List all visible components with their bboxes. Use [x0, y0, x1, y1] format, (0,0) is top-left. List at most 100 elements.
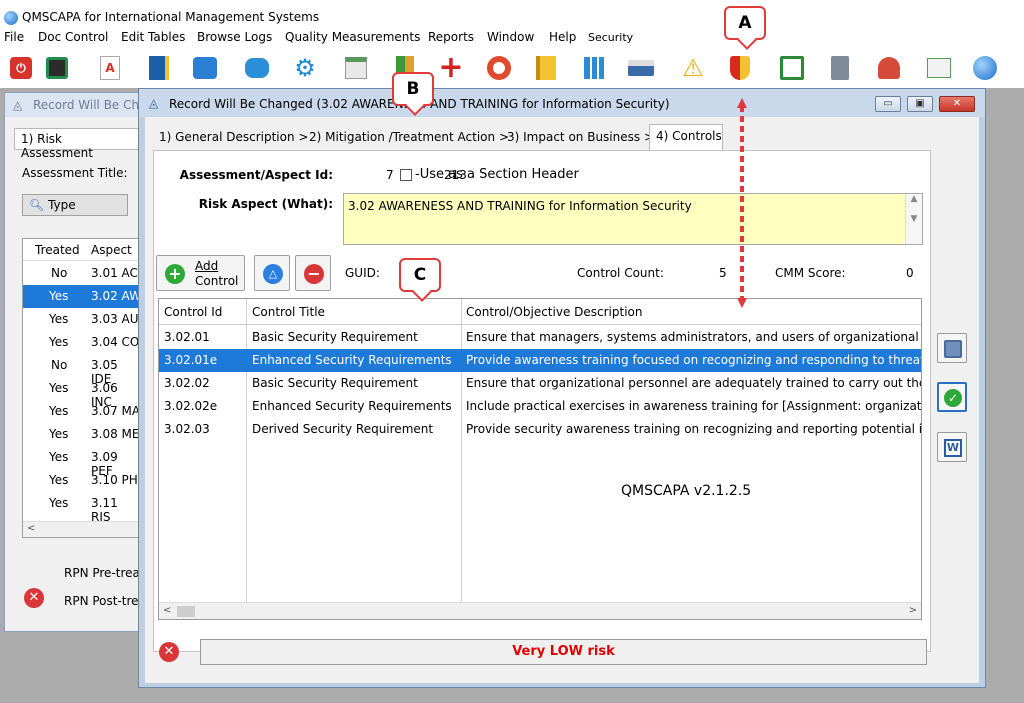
menu-edit-tables[interactable]: Edit Tables: [121, 30, 185, 44]
word-export-button[interactable]: W: [937, 432, 967, 462]
control-id-cell: 3.02.02e: [164, 399, 218, 413]
notepad-icon[interactable]: [533, 54, 559, 82]
notebook-icon[interactable]: [146, 54, 172, 82]
menu-help[interactable]: Help: [549, 30, 576, 44]
control-desc-cell: Provide security awareness training on r…: [466, 422, 922, 436]
shield-icon[interactable]: [727, 54, 753, 82]
assessment-id-value: 7: [386, 168, 394, 182]
menu-reports[interactable]: Reports: [428, 30, 474, 44]
checklist-icon[interactable]: [779, 54, 805, 82]
callout-b: B: [392, 72, 434, 106]
table-row[interactable]: 3.02.01 Basic Security Requirement Ensur…: [159, 326, 921, 349]
globe-icon[interactable]: [972, 54, 998, 82]
window-logo-icon: ◬: [149, 96, 159, 110]
table-row[interactable]: 3.02.03 Derived Security Requirement Pro…: [159, 418, 921, 441]
treated-value: No: [51, 266, 68, 280]
org-chart-icon[interactable]: [192, 54, 218, 82]
vertical-scrollbar[interactable]: ▲ ▼: [905, 194, 922, 244]
menu-browse-logs[interactable]: Browse Logs: [197, 30, 272, 44]
controls-grid[interactable]: Control Id Control Title Control/Objecti…: [158, 298, 922, 620]
control-title-cell: Derived Security Requirement: [252, 422, 434, 436]
list-item[interactable]: No 3.05 IDE: [23, 354, 141, 386]
minimize-button[interactable]: ▭: [875, 96, 901, 112]
scroll-up-icon[interactable]: ▲: [911, 194, 918, 204]
treated-value: Yes: [49, 289, 69, 303]
red-cross-icon[interactable]: +: [438, 53, 464, 83]
menu-quality-measurements[interactable]: Quality Measurements: [285, 30, 420, 44]
add-control-button[interactable]: + Add Control: [156, 255, 245, 291]
calendar-icon[interactable]: [343, 54, 369, 82]
aspect-list[interactable]: Treated Aspect No 3.01 AC Yes 3.02 AW Yes 3…: [22, 238, 142, 538]
scroll-right-icon[interactable]: >: [909, 605, 917, 616]
scrollbar-thumb[interactable]: [177, 606, 195, 617]
risk-aspect-textarea[interactable]: 3.02 AWARENESS AND TRAINING for Informat…: [343, 193, 923, 245]
section-header-checkbox[interactable]: [400, 169, 412, 181]
ok-button[interactable]: ✓: [937, 382, 967, 412]
move-up-button[interactable]: △: [254, 255, 290, 291]
scroll-left-icon[interactable]: <: [163, 605, 171, 616]
pdf-icon[interactable]: A: [97, 54, 123, 82]
callout-c: C: [399, 258, 441, 292]
bar-chart-icon[interactable]: [581, 54, 607, 82]
menu-window[interactable]: Window: [487, 30, 534, 44]
server-icon[interactable]: [827, 54, 853, 82]
horizontal-scrollbar[interactable]: <: [23, 521, 141, 537]
aspect-list-header: Treated Aspect: [23, 239, 141, 261]
list-item[interactable]: Yes 3.10 PH: [23, 469, 141, 492]
warning-icon[interactable]: ⚠: [680, 54, 706, 82]
list-item[interactable]: Yes 3.03 AU: [23, 308, 141, 331]
printer-icon[interactable]: [628, 54, 654, 82]
document-list-icon[interactable]: [44, 54, 70, 82]
tab-general-description[interactable]: 1) General Description >: [155, 126, 308, 150]
chat-icon[interactable]: [244, 54, 270, 82]
table-row[interactable]: 3.02.02e Enhanced Security Requirements …: [159, 395, 921, 418]
tab-mitigation[interactable]: 2) Mitigation /Treatment Action >: [305, 126, 509, 150]
table-row-selected[interactable]: 3.02.01e Enhanced Security Requirements …: [159, 349, 921, 372]
line-chart-icon[interactable]: [926, 54, 952, 82]
callout-a: A: [724, 6, 766, 40]
column-aspect[interactable]: Aspect: [91, 243, 132, 257]
treated-value: Yes: [49, 381, 69, 395]
scroll-down-icon[interactable]: ▼: [911, 214, 918, 224]
list-item[interactable]: Yes 3.11 RIS: [23, 492, 141, 524]
power-icon[interactable]: ⏻: [8, 54, 34, 82]
save-button[interactable]: [937, 333, 967, 363]
app-title: QMSCAPA for International Management Sys…: [22, 10, 320, 24]
dashed-arrow: [737, 98, 747, 308]
column-treated[interactable]: Treated: [35, 243, 80, 257]
lifebuoy-icon[interactable]: [486, 54, 512, 82]
list-item[interactable]: Yes 3.08 ME: [23, 423, 141, 446]
aspect-value: 3.11 RIS: [91, 496, 118, 524]
list-item[interactable]: Yes 3.06 INC: [23, 377, 141, 409]
delete-control-button[interactable]: −: [295, 255, 331, 291]
column-control-id[interactable]: Control Id: [164, 305, 222, 319]
treated-value: Yes: [49, 427, 69, 441]
table-row[interactable]: 3.02.02 Basic Security Requirement Ensur…: [159, 372, 921, 395]
maximize-button[interactable]: ▣: [907, 96, 933, 112]
list-item[interactable]: Yes 3.09 PEF: [23, 446, 141, 478]
word-icon: W: [944, 439, 962, 457]
menu-security[interactable]: Security: [588, 31, 633, 44]
column-control-title[interactable]: Control Title: [252, 305, 325, 319]
tab-impact-on-business[interactable]: 3) Impact on Business >: [503, 126, 654, 150]
list-item[interactable]: Yes 3.04 CO: [23, 331, 141, 354]
tab-controls[interactable]: 4) Controls: [649, 124, 723, 150]
scroll-left-icon[interactable]: <: [27, 523, 35, 534]
column-description[interactable]: Control/Objective Description: [466, 305, 642, 319]
close-button[interactable]: ✕: [939, 96, 975, 112]
gear-icon[interactable]: ⚙: [292, 54, 318, 82]
list-item[interactable]: No 3.01 AC: [23, 262, 141, 285]
aspect-value: 3.08 ME: [91, 427, 140, 441]
control-title-cell: Basic Security Requirement: [252, 330, 418, 344]
list-item-selected[interactable]: Yes 3.02 AW: [23, 285, 141, 308]
horizontal-scrollbar[interactable]: < >: [159, 602, 921, 619]
user-icon[interactable]: [876, 54, 902, 82]
tab-risk-assessment[interactable]: 1) Risk Assessment: [14, 128, 144, 160]
control-desc-cell: Provide awareness training focused on re…: [466, 353, 922, 367]
menu-doc-control[interactable]: Doc Control: [38, 30, 108, 44]
list-item[interactable]: Yes 3.07 MA: [23, 400, 141, 423]
type-button[interactable]: 🔍︎ Type: [22, 194, 128, 216]
menu-file[interactable]: File: [4, 30, 24, 44]
treated-value: Yes: [49, 473, 69, 487]
record-window-titlebar[interactable]: ◬ Record Will Be Changed (3.02 AWARENESS…: [139, 89, 985, 117]
